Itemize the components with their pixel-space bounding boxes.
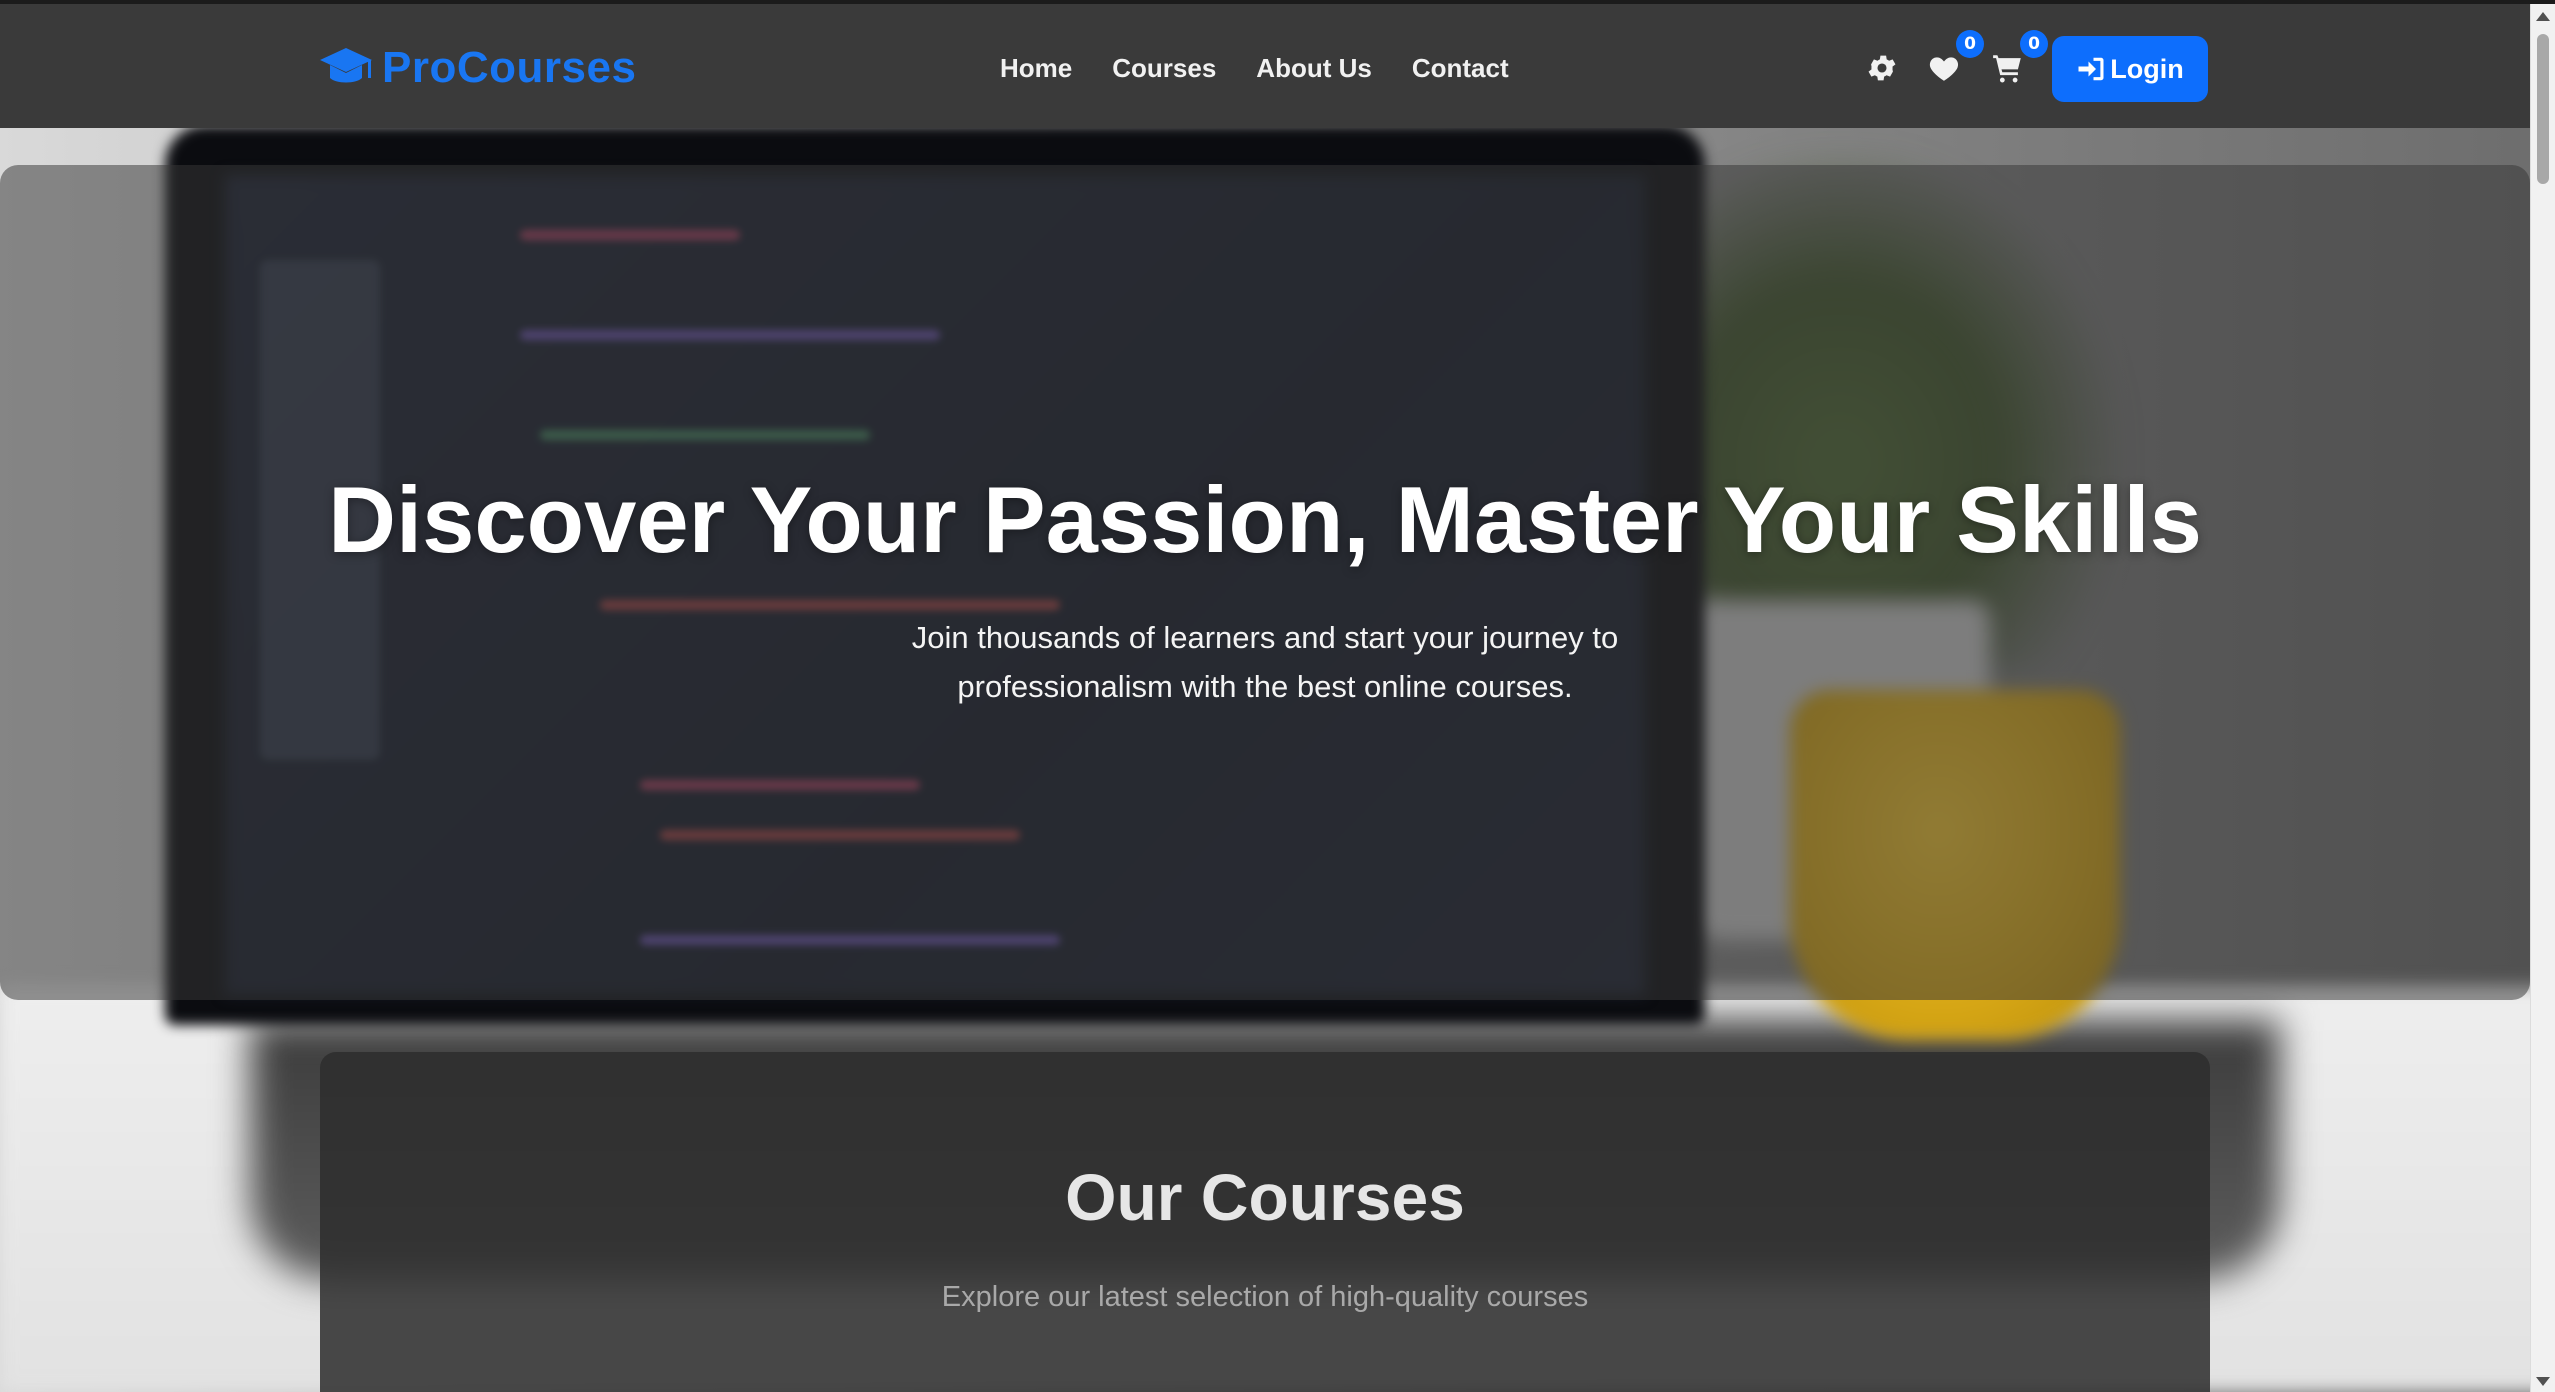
hero-title: Discover Your Passion, Master Your Skill… (328, 467, 2202, 572)
hero-subtitle: Join thousands of learners and start you… (911, 620, 1619, 704)
nav-link-home[interactable]: Home (1000, 48, 1072, 88)
courses-title: Our Courses (1065, 1160, 1465, 1234)
wishlist-count-badge: 0 (1956, 30, 1984, 58)
cart-icon (1993, 55, 2021, 83)
cart-count-badge: 0 (2020, 30, 2048, 58)
main-nav: Home Courses About Us Contact (1000, 48, 1509, 88)
sign-in-icon (2078, 57, 2104, 81)
courses-section: Our Courses Explore our latest selection… (320, 1052, 2210, 1392)
nav-link-about[interactable]: About Us (1256, 48, 1372, 88)
scroll-thumb[interactable] (2537, 34, 2549, 184)
graduation-cap-icon (320, 48, 372, 83)
hero-section: Discover Your Passion, Master Your Skill… (0, 165, 2530, 1000)
login-button[interactable]: Login (2052, 36, 2208, 102)
scroll-up-arrow-icon[interactable] (2536, 12, 2550, 21)
brand-logo[interactable]: ProCourses (318, 40, 636, 96)
login-label: Login (2110, 53, 2184, 84)
page-scrollbar[interactable] (2530, 4, 2555, 1392)
nav-link-courses[interactable]: Courses (1112, 48, 1216, 88)
cart-button[interactable]: 0 (1984, 30, 2048, 94)
theme-toggle-button[interactable] (1858, 42, 1906, 94)
courses-subtitle: Explore our latest selection of high-qua… (941, 1281, 1589, 1313)
brand-name: ProCourses (382, 43, 637, 92)
nav-link-contact[interactable]: Contact (1412, 48, 1509, 88)
gear-icon (1868, 55, 1896, 81)
navbar: ProCourses Home Courses About Us Contact… (0, 4, 2530, 128)
wishlist-button[interactable]: 0 (1920, 30, 1984, 94)
scroll-down-arrow-icon[interactable] (2536, 1377, 2550, 1386)
heart-icon (1929, 57, 1959, 81)
